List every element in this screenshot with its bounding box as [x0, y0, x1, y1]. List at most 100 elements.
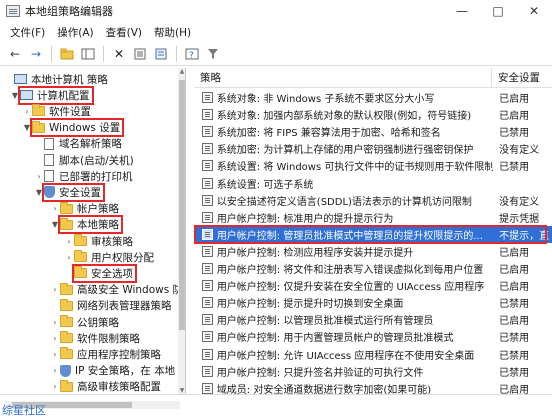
- policy-setting: 已禁用: [499, 367, 530, 379]
- tree-item-content[interactable]: 安全选项: [72, 263, 137, 283]
- policy-row[interactable]: 系统设置: 可选子系统: [194, 175, 552, 192]
- policy-name: 以安全描述符定义语言(SDDL)语法表示的计算机访问限制: [216, 196, 472, 208]
- tree-item-content[interactable]: 帐户策略: [60, 201, 119, 216]
- expand-chevron-icon[interactable]: ›: [50, 318, 60, 327]
- expand-chevron-icon[interactable]: ›: [50, 334, 60, 343]
- policy-row[interactable]: 以安全描述符定义语言(SDDL)语法表示的计算机访问限制 没有定义: [194, 192, 552, 209]
- minimize-button[interactable]: —: [444, 0, 480, 22]
- tree-item-content[interactable]: IP 安全策略，在 本地: [60, 363, 175, 378]
- policy-setting: 没有定义: [499, 196, 540, 208]
- expand-chevron-icon[interactable]: ▼: [22, 123, 32, 132]
- expand-chevron-icon[interactable]: ›: [50, 285, 60, 294]
- tree-item-content[interactable]: 应用程序控制策略: [60, 347, 161, 362]
- expand-chevron-icon[interactable]: ▼: [10, 91, 20, 100]
- menu-help[interactable]: 帮助(H): [148, 25, 197, 40]
- toolbar: ← → ✕ ?: [0, 42, 552, 66]
- menu-action[interactable]: 操作(A): [51, 25, 99, 40]
- up-folder-icon[interactable]: [58, 45, 76, 63]
- tree-item-content[interactable]: 软件限制策略: [60, 331, 140, 346]
- policy-row[interactable]: 用户帐户控制: 标准用户的提升提示行为 提示凭据: [194, 209, 552, 226]
- policy-icon: [202, 331, 213, 343]
- toolbar-separator: [176, 45, 177, 62]
- policy-name: 系统加密: 为计算机上存储的用户密钥强制进行强密钥保护: [216, 145, 474, 157]
- tree-item-content[interactable]: 用户权限分配: [74, 250, 154, 265]
- tree-item-label: 安全设置: [59, 186, 101, 199]
- policy-row[interactable]: 系统设置: 将 Windows 可执行文件中的证书规则用于软件限制 已禁用: [194, 157, 552, 174]
- policy-setting: 已启用: [499, 384, 530, 394]
- expand-chevron-icon[interactable]: ›: [50, 204, 60, 213]
- column-header-policy[interactable]: 策略: [194, 68, 492, 87]
- policy-row[interactable]: 系统加密: 将 FIPS 兼容算法用于加密、哈希和签名 已禁用: [194, 123, 552, 140]
- policy-name: 用户帐户控制: 将文件和注册表写入错误虚拟化到每用户位置: [216, 265, 484, 276]
- policy-row[interactable]: 域成员: 对安全通道数据进行数字加密(如果可能) 已启用: [194, 380, 552, 394]
- policy-icon: [202, 109, 213, 121]
- expand-chevron-icon[interactable]: ▼: [50, 220, 60, 229]
- tree-item-label: Windows 设置: [49, 122, 121, 135]
- tree-item-content[interactable]: 计算机配置: [18, 85, 94, 105]
- expand-chevron-icon[interactable]: ›: [50, 350, 60, 359]
- expand-chevron-icon[interactable]: ›: [64, 253, 74, 262]
- expand-chevron-icon[interactable]: ›: [34, 172, 44, 181]
- tree-item-content[interactable]: 软件设置: [32, 104, 91, 119]
- back-arrow-icon[interactable]: ←: [6, 45, 24, 63]
- tree-vertical-scrollbar[interactable]: ▲ ▼: [178, 68, 185, 394]
- window-controls: — □ ✕: [444, 0, 552, 22]
- help-icon[interactable]: ?: [183, 45, 201, 63]
- show-tree-icon[interactable]: [79, 45, 97, 63]
- expand-chevron-icon[interactable]: ›: [50, 382, 60, 391]
- export-list-icon[interactable]: [152, 45, 170, 63]
- policy-row[interactable]: 用户帐户控制: 用于内置管理员帐户的管理员批准模式 已禁用: [194, 328, 552, 345]
- maximize-button[interactable]: □: [480, 0, 516, 22]
- expand-chevron-icon[interactable]: ▼: [34, 188, 44, 197]
- tree-item[interactable]: › 高级审核策略配置: [50, 378, 161, 394]
- tree-item-label: 本地计算机 策略: [31, 73, 108, 86]
- expand-chevron-icon[interactable]: ›: [50, 366, 60, 375]
- tree-item-content[interactable]: 脚本(启动/关机): [44, 153, 134, 168]
- policy-row[interactable]: 用户帐户控制: 检测应用程序安装并提示提升 已启用: [194, 243, 552, 260]
- menu-view[interactable]: 查看(V): [100, 25, 148, 40]
- policy-icon: [202, 194, 213, 206]
- policy-row[interactable]: 系统对象: 加强内部系统对象的默认权限(例如，符号链接) 已启用: [194, 106, 552, 123]
- tree-vscroll-thumb[interactable]: [179, 80, 185, 330]
- policy-row[interactable]: 用户帐户控制: 允许 UIAccess 应用程序在不使用安全桌面 已禁用: [194, 346, 552, 363]
- properties-icon[interactable]: [131, 45, 149, 63]
- svg-text:?: ?: [189, 51, 194, 60]
- tree-item-content[interactable]: 审核策略: [74, 234, 133, 249]
- scroll-down-arrow-icon[interactable]: ▼: [178, 387, 185, 394]
- tree-item-content[interactable]: 网络列表管理器策略: [60, 298, 172, 313]
- tree-item-content[interactable]: 本地计算机 策略: [14, 72, 108, 87]
- horizontal-scrollbar[interactable]: [0, 394, 552, 416]
- tree-item-content[interactable]: 域名解析策略: [44, 136, 122, 151]
- folder-icon: [60, 217, 73, 230]
- tree-item-content[interactable]: 已部署的打印机: [44, 169, 133, 184]
- policy-setting: 已禁用: [499, 162, 530, 174]
- column-header-setting[interactable]: 安全设置: [492, 68, 552, 87]
- tree-item-content[interactable]: Windows 设置: [29, 118, 125, 138]
- tree-item-content[interactable]: 本地策略: [58, 215, 123, 235]
- policy-icon: [202, 365, 213, 377]
- policy-setting: 已启用: [499, 265, 530, 276]
- policy-row[interactable]: 系统加密: 为计算机上存储的用户密钥强制进行强密钥保护 没有定义: [194, 140, 552, 157]
- forward-arrow-icon[interactable]: →: [27, 45, 45, 63]
- menu-file[interactable]: 文件(F): [4, 25, 51, 40]
- tree-item-content[interactable]: 高级审核策略配置: [60, 379, 161, 394]
- expand-chevron-icon[interactable]: ›: [22, 107, 32, 116]
- policy-name: 系统对象: 加强内部系统对象的默认权限(例如，符号链接): [216, 111, 472, 123]
- policy-row[interactable]: 用户帐户控制: 将文件和注册表写入错误虚拟化到每用户位置 已启用: [194, 260, 552, 277]
- policy-row[interactable]: 用户帐户控制: 仅提升安装在安全位置的 UIAccess 应用程序 已启用: [194, 277, 552, 294]
- policy-row[interactable]: 用户帐户控制: 以管理员批准模式运行所有管理员 已启用: [194, 311, 552, 328]
- tree-item-content[interactable]: 高级安全 Windows 防: [60, 282, 183, 297]
- scroll-up-arrow-icon[interactable]: ▲: [178, 68, 185, 75]
- policy-setting: 已禁用: [499, 299, 530, 311]
- filter-icon[interactable]: [204, 45, 222, 63]
- policy-row[interactable]: 用户帐户控制: 提示提升时切换到安全桌面 已禁用: [194, 294, 552, 311]
- tree-item-content[interactable]: 公钥策略: [60, 315, 119, 330]
- policy-row[interactable]: 系统对象: 非 Windows 子系统不要求区分大小写 已启用: [194, 89, 552, 106]
- policy-row[interactable]: 用户帐户控制: 只提升签名并验证的可执行文件 已禁用: [194, 363, 552, 380]
- tree-item-content[interactable]: 安全设置: [42, 182, 105, 202]
- close-button[interactable]: ✕: [516, 0, 552, 22]
- delete-icon[interactable]: ✕: [110, 45, 128, 63]
- policy-list: 策略 安全设置 系统对象: 非 Windows 子系统不要求区分大小写 已启用 系统…: [194, 68, 552, 394]
- expand-chevron-icon[interactable]: ›: [64, 237, 74, 246]
- policy-icon: [202, 348, 213, 360]
